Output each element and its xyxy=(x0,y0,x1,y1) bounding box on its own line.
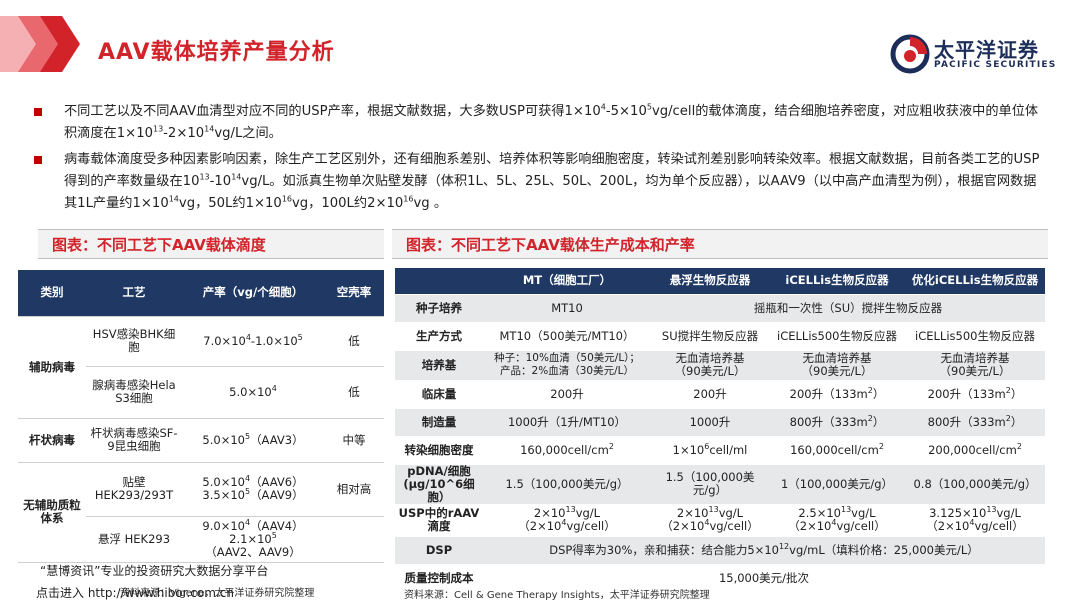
table-row: USP中的rAAV 滴度 2×1013vg/L （2×104vg/cell） 2×1… xyxy=(395,504,1045,537)
rate-cell: 5.0×104 xyxy=(182,366,324,419)
page-title: AAV载体培养产量分析 xyxy=(98,40,335,65)
column-header: MT（细胞工厂） xyxy=(483,268,651,295)
column-header: 悬浮生物反应器 xyxy=(651,268,769,295)
table-cell: iCELLis500生物反应器 xyxy=(769,322,905,351)
table-cell: MT10 xyxy=(483,294,651,323)
bullet-list: 不同工艺以及不同AAV血清型对应不同的USP产率，根据文献数据，大多数USP可获… xyxy=(34,101,1044,219)
row-label: 临床量 xyxy=(395,380,483,409)
table-cell: 1（100,000美元/g） xyxy=(769,464,905,505)
bullet-square-icon xyxy=(34,156,42,164)
table-row: DSP DSP得率为30%，亲和捕获：结合能力5×1012vg/mL（填料价格：… xyxy=(395,536,1045,565)
row-label: USP中的rAAV 滴度 xyxy=(395,504,483,537)
figure-1-title: 图表：不同工艺下AAV载体滴度 xyxy=(38,229,384,259)
table-cell: 160,000cell/cm2 xyxy=(769,436,905,465)
column-header: 产率（vg/个细胞） xyxy=(182,270,324,317)
table-cell: 2×1013vg/L （2×104vg/cell） xyxy=(651,504,769,537)
empty-rate-cell: 相对高 xyxy=(324,462,384,517)
table-cell: 2.5×1013vg/L （2×104vg/cell） xyxy=(769,504,905,537)
empty-rate-cell xyxy=(324,516,384,563)
table-cell: 无血清培养基 （90美元/L） xyxy=(651,350,769,381)
table-cell: DSP得率为30%，亲和捕获：结合能力5×1012vg/mL（填料价格：25,0… xyxy=(483,536,1045,565)
table-cell: 800升（333m2） xyxy=(769,408,905,437)
table-row: 制造量 1000升（1升/MT10） 1000升 800升（333m2） 800… xyxy=(395,408,1045,437)
table-cell: 0.8（100,000美元/g） xyxy=(905,464,1045,505)
table-cell: 1.5（100,000美元/g） xyxy=(651,464,769,505)
table-cell: SU搅拌生物反应器 xyxy=(651,322,769,351)
row-label: DSP xyxy=(395,536,483,565)
figure-2-title: 图表：不同工艺下AAV载体生产成本和产率 xyxy=(392,229,1048,259)
header-accent-band xyxy=(0,16,80,72)
column-header: iCELLis生物反应器 xyxy=(769,268,905,295)
table-cell: 2×1013vg/L （2×104vg/cell） xyxy=(483,504,651,537)
table-cell: 种子：10%血清（50美元/L）； 产品：2%血清（30美元/L） xyxy=(483,350,651,381)
table-cell: 1.5（100,000美元/g） xyxy=(483,464,651,505)
table-cell: 摇瓶和一次性（SU）搅拌生物反应器 xyxy=(651,294,1045,323)
table-cell: MT10（500美元/MT10） xyxy=(483,322,651,351)
column-header xyxy=(395,268,483,295)
row-label: 生产方式 xyxy=(395,322,483,351)
bullet-item: 病毒载体滴度受多种因素影响因素，除生产工艺区别外，还有细胞系差别、培养体积等影响… xyxy=(34,149,1044,215)
logo-text-en: PACIFIC SECURITIES xyxy=(934,60,1057,70)
process-cell: HSV感染BHK细胞 xyxy=(86,316,182,367)
empty-rate-cell: 低 xyxy=(324,366,384,419)
table-cell: 160,000cell/cm2 xyxy=(483,436,651,465)
rate-cell: 9.0×104（AAV4） 2.1×105（AAV2、AAV9） xyxy=(182,516,324,563)
column-header: 类别 xyxy=(18,270,86,317)
rate-cell: 5.0×105（AAV3） xyxy=(182,418,324,463)
table-cell: 无血清培养基 （90美元/L） xyxy=(905,350,1045,381)
table-row: 杆状病毒 杆状病毒感染SF-9昆虫细胞 5.0×105（AAV3） 中等 xyxy=(18,418,384,463)
process-cell: 杆状病毒感染SF-9昆虫细胞 xyxy=(86,418,182,463)
row-label: 培养基 xyxy=(395,350,483,381)
bullet-item: 不同工艺以及不同AAV血清型对应不同的USP产率，根据文献数据，大多数USP可获… xyxy=(34,101,1044,145)
category-cell: 杆状病毒 xyxy=(18,418,86,463)
watermark-text: “慧博资讯”专业的投资研究大数据分享平台 xyxy=(40,564,269,578)
titer-table: 类别 工艺 产率（vg/个细胞） 空壳率 辅助病毒 HSV感染BHK细胞 7.0… xyxy=(18,270,384,563)
watermark-link[interactable]: 点击进入 http://www.hibor.com.cn xyxy=(36,584,234,601)
logo-text-cn: 太平洋证券 xyxy=(934,38,1039,62)
column-header: 空壳率 xyxy=(324,270,384,317)
column-header: 优化iCELLis生物反应器 xyxy=(905,268,1045,295)
row-label: 制造量 xyxy=(395,408,483,437)
category-cell: 无辅助质粒体系 xyxy=(18,462,86,563)
company-logo: 太平洋证券 PACIFIC SECURITIES xyxy=(890,32,1060,76)
row-label: 转染细胞密度 xyxy=(395,436,483,465)
process-cell: 腺病毒感染Hela S3细胞 xyxy=(86,366,182,419)
table-cell: 200升（133m2） xyxy=(769,380,905,409)
table-cell: 3.125×1013vg/L （2×104vg/cell） xyxy=(905,504,1045,537)
table-row: 无辅助质粒体系 贴壁HEK293/293T 5.0×104（AAV6） 3.5×1… xyxy=(18,462,384,563)
row-label: pDNA/细胞 (μg/10^6细胞） xyxy=(395,464,483,505)
table-cell: 200升 xyxy=(651,380,769,409)
table-cell: 800升（333m2） xyxy=(905,408,1045,437)
table-cell: 1×106cell/ml xyxy=(651,436,769,465)
column-header: 工艺 xyxy=(86,270,182,317)
rate-cell: 7.0×104-1.0×105 xyxy=(182,316,324,367)
table-cell: 1000升 xyxy=(651,408,769,437)
cost-yield-table: MT（细胞工厂） 悬浮生物反应器 iCELLis生物反应器 优化iCELLis生… xyxy=(395,268,1045,593)
category-cell: 辅助病毒 xyxy=(18,316,86,419)
table-cell: iCELLis500生物反应器 xyxy=(905,322,1045,351)
process-cell: 贴壁HEK293/293T xyxy=(86,462,182,517)
process-cell: 悬浮 HEK293 xyxy=(86,516,182,563)
figure-2-source: 资料来源：Cell & Gene Therapy Insights，太平洋证券研… xyxy=(404,590,710,601)
table-cell: 1000升（1升/MT10） xyxy=(483,408,651,437)
table-row: 临床量 200升 200升 200升（133m2） 200升（133m2） xyxy=(395,380,1045,409)
table-row: 培养基 种子：10%血清（50美元/L）； 产品：2%血清（30美元/L） 无血清… xyxy=(395,350,1045,381)
table-cell: 200升（133m2） xyxy=(905,380,1045,409)
table-cell: 200,000cell/cm2 xyxy=(905,436,1045,465)
table-cell: 无血清培养基 （90美元/L） xyxy=(769,350,905,381)
rate-cell: 5.0×104（AAV6） 3.5×105（AAV9） xyxy=(182,462,324,517)
empty-rate-cell: 低 xyxy=(324,316,384,367)
table-cell: 200升 xyxy=(483,380,651,409)
table-row: 转染细胞密度 160,000cell/cm2 1×106cell/ml 160,… xyxy=(395,436,1045,465)
table-row: 种子培养 MT10 摇瓶和一次性（SU）搅拌生物反应器 xyxy=(395,294,1045,323)
pacific-logo-icon xyxy=(890,34,930,74)
empty-rate-cell: 中等 xyxy=(324,418,384,463)
table-row: 生产方式 MT10（500美元/MT10） SU搅拌生物反应器 iCELLis5… xyxy=(395,322,1045,351)
row-label: 种子培养 xyxy=(395,294,483,323)
bullet-square-icon xyxy=(34,108,42,116)
table-row: 辅助病毒 HSV感染BHK细胞 7.0×104-1.0×105 低 xyxy=(18,316,384,419)
table-row: pDNA/细胞 (μg/10^6细胞） 1.5（100,000美元/g） 1.5（… xyxy=(395,464,1045,505)
